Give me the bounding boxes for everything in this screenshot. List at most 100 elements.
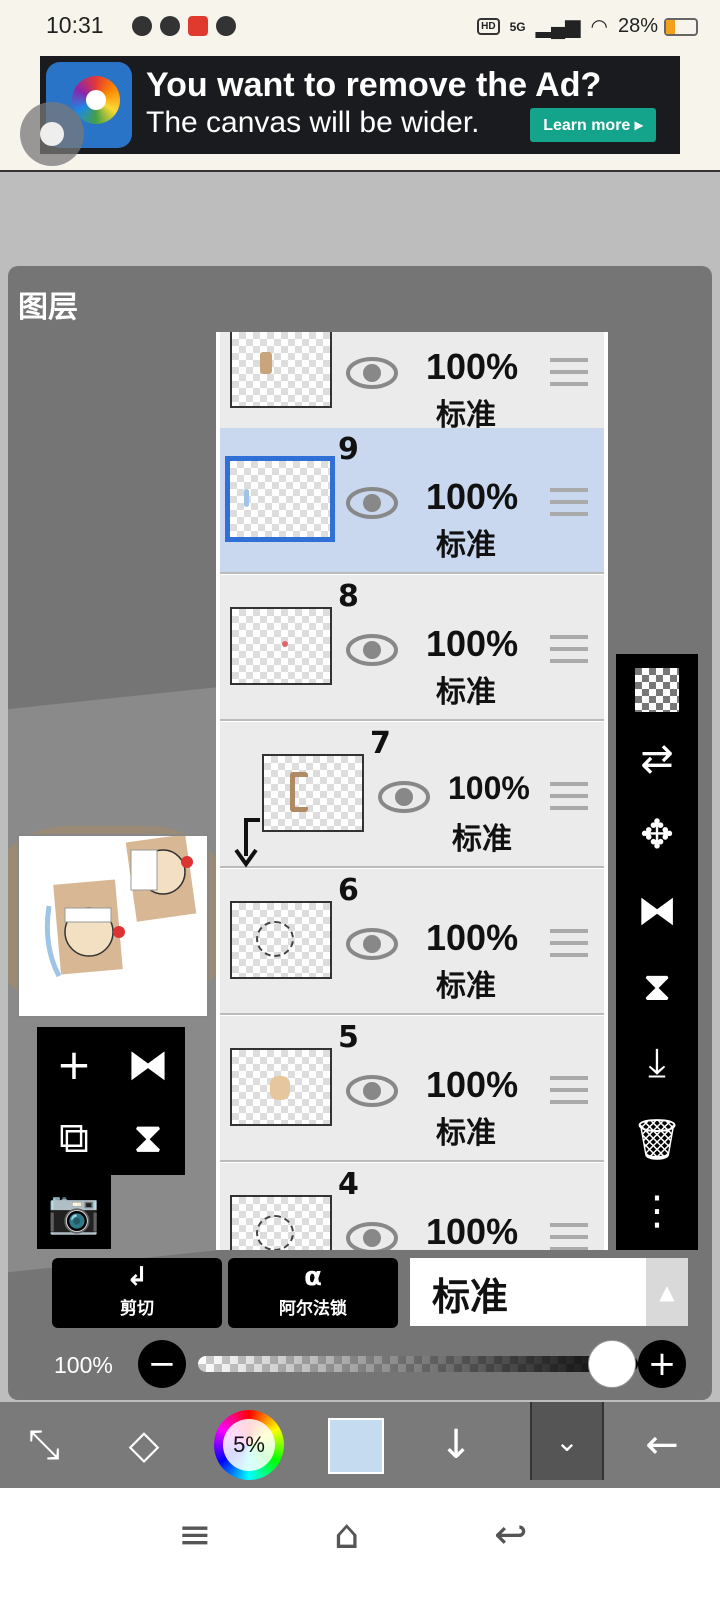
layer-row[interactable]: 8 100% 标准 (220, 575, 604, 721)
layer-number: 5 (338, 1020, 359, 1055)
alpha-lock-label: 阿尔法锁 (279, 1299, 347, 1319)
clipping-button[interactable]: ↲ 剪切 (52, 1258, 222, 1328)
layer-opacity: 100% (426, 917, 519, 958)
power-icon (216, 16, 236, 36)
layer-thumbnail (230, 332, 332, 408)
brush-size-label: 5% (233, 1432, 265, 1457)
more-icon[interactable]: ⋮ (630, 1184, 684, 1238)
layer-opacity: 100% (426, 476, 519, 517)
wifi-icon: ◠ (590, 16, 608, 38)
ad-banner[interactable]: You want to remove the Ad? The canvas wi… (40, 56, 680, 154)
down-arrow-icon[interactable]: ↓ (428, 1402, 484, 1488)
drag-handle-icon[interactable] (550, 782, 588, 812)
sync-icon (160, 16, 180, 36)
main-toolbar: ⤡ ◇ 5% ↓ ⌄ ← (0, 1402, 720, 1488)
layer-opacity: 100% (426, 346, 519, 387)
flip-horizontal-icon[interactable]: ⧓ (630, 884, 684, 938)
layer-thumbnail (230, 1048, 332, 1126)
ad-subtitle: The canvas will be wider. (146, 106, 480, 139)
move-icon[interactable]: ✥ (630, 808, 684, 862)
transparency-icon[interactable] (635, 668, 679, 712)
current-color-swatch[interactable] (328, 1418, 384, 1474)
layer-row-clipping[interactable]: 7 100% 标准 (220, 722, 604, 868)
status-time: 10:31 (46, 12, 104, 38)
layer-number: 7 (370, 726, 391, 761)
menu-nav-icon[interactable]: ≡ (178, 1512, 212, 1558)
back-nav-icon[interactable]: ↩ (494, 1512, 528, 1558)
flip-vertical-icon[interactable]: ⧗ (630, 960, 684, 1014)
delete-icon[interactable]: 🗑 (630, 1112, 684, 1166)
layer-blend-mode: 标准 (436, 528, 496, 563)
opacity-slider[interactable] (198, 1356, 638, 1372)
layer-thumbnail (230, 901, 332, 979)
duplicate-layer-icon[interactable]: ⧉ (37, 1101, 111, 1175)
opacity-increase-button[interactable]: + (638, 1340, 686, 1388)
tool-switch-icon[interactable]: ⤡ (14, 1402, 74, 1488)
home-nav-icon[interactable]: ⌂ (334, 1512, 359, 1558)
layer-opacity: 100% (426, 1064, 519, 1105)
layer-transfer-icon[interactable]: ⇄ (630, 732, 684, 786)
canvas-preview[interactable] (17, 834, 209, 1018)
layer-number: 6 (338, 873, 359, 908)
battery-percent: 28% (617, 15, 658, 37)
notification-icons (132, 16, 236, 36)
layer-blend-mode: 标准 (452, 822, 512, 857)
layer-blend-mode: 标准 (436, 1116, 496, 1151)
drag-handle-icon[interactable] (550, 635, 588, 665)
layer-thumbnail (262, 754, 364, 832)
visibility-eye-icon[interactable] (346, 356, 398, 390)
system-nav-bar: ≡ ⌂ ↩ (0, 1488, 720, 1600)
alpha-lock-button[interactable]: α 阿尔法锁 (228, 1258, 398, 1328)
dropdown-arrow-icon[interactable]: ▲ (646, 1258, 688, 1326)
opacity-decrease-button[interactable]: − (138, 1340, 186, 1388)
flip-h-icon[interactable]: ⧓ (111, 1027, 185, 1101)
signal-icon: ▂▄▆ (535, 16, 581, 38)
layer-row[interactable]: 4 100% 标准 (220, 1163, 604, 1250)
back-arrow-icon[interactable]: ← (630, 1402, 694, 1488)
status-right: HD 5G ▂▄▆ ◠ 28% (477, 14, 658, 39)
layer-panel: 图层 100% 标准 9 100% 标准 8 100% 标准 7 100% 标准… (8, 266, 712, 1400)
visibility-eye-icon[interactable] (346, 633, 398, 667)
drag-handle-icon[interactable] (550, 1076, 588, 1106)
merge-down-icon[interactable]: ⤓ (630, 1036, 684, 1090)
layer-number: 9 (338, 432, 359, 467)
layer-opacity: 100% (426, 1211, 519, 1250)
layer-list[interactable]: 100% 标准 9 100% 标准 8 100% 标准 7 100% 标准 6 … (216, 332, 608, 1250)
layer-opacity: 100% (448, 770, 530, 806)
layer-left-toolbar: + ⧓ ⧉ ⧗ 📷 (37, 1027, 185, 1249)
panel-title: 图层 (18, 290, 78, 325)
brush-size-button[interactable]: 5% (214, 1410, 284, 1480)
layer-row[interactable]: 5 100% 标准 (220, 1016, 604, 1162)
brush-tool-icon[interactable]: ◇ (112, 1402, 176, 1488)
visibility-eye-icon[interactable] (378, 780, 430, 814)
drag-handle-icon[interactable] (550, 929, 588, 959)
drag-handle-icon[interactable] (550, 358, 588, 388)
learn-more-button[interactable]: Learn more ▸ (530, 108, 656, 142)
layer-side-toolbar: ⇄ ✥ ⧓ ⧗ ⤓ 🗑 ⋮ (616, 654, 698, 1250)
hd-badge: HD (477, 18, 500, 35)
ad-title: You want to remove the Ad? (146, 66, 602, 104)
visibility-eye-icon[interactable] (346, 927, 398, 961)
status-bar: 10:31 HD 5G ▂▄▆ ◠ 28% (0, 0, 720, 56)
visibility-eye-icon[interactable] (346, 486, 398, 520)
clipping-icon: ↲ (126, 1262, 148, 1292)
layer-row-selected[interactable]: 9 100% 标准 (220, 428, 604, 574)
flip-v-icon[interactable]: ⧗ (111, 1101, 185, 1175)
network-label: 5G (509, 19, 526, 34)
visibility-eye-icon[interactable] (346, 1221, 398, 1250)
layer-blend-mode: 标准 (436, 969, 496, 1004)
clipping-arrow-icon (234, 818, 260, 868)
layer-thumbnail (230, 607, 332, 685)
opacity-slider-knob[interactable] (588, 1340, 636, 1388)
drag-handle-icon[interactable] (550, 1223, 588, 1250)
blend-mode-select[interactable]: 标准 (410, 1258, 646, 1326)
drag-handle-icon[interactable] (550, 488, 588, 518)
camera-icon[interactable]: 📷 (37, 1175, 111, 1249)
add-layer-icon[interactable]: + (37, 1027, 111, 1101)
layer-panel-toggle-icon[interactable]: ⌄ (530, 1402, 604, 1480)
message-icon (132, 16, 152, 36)
battery-icon (664, 18, 698, 36)
floating-assist-icon[interactable] (20, 102, 84, 166)
layer-row[interactable]: 6 100% 标准 (220, 869, 604, 1015)
visibility-eye-icon[interactable] (346, 1074, 398, 1108)
